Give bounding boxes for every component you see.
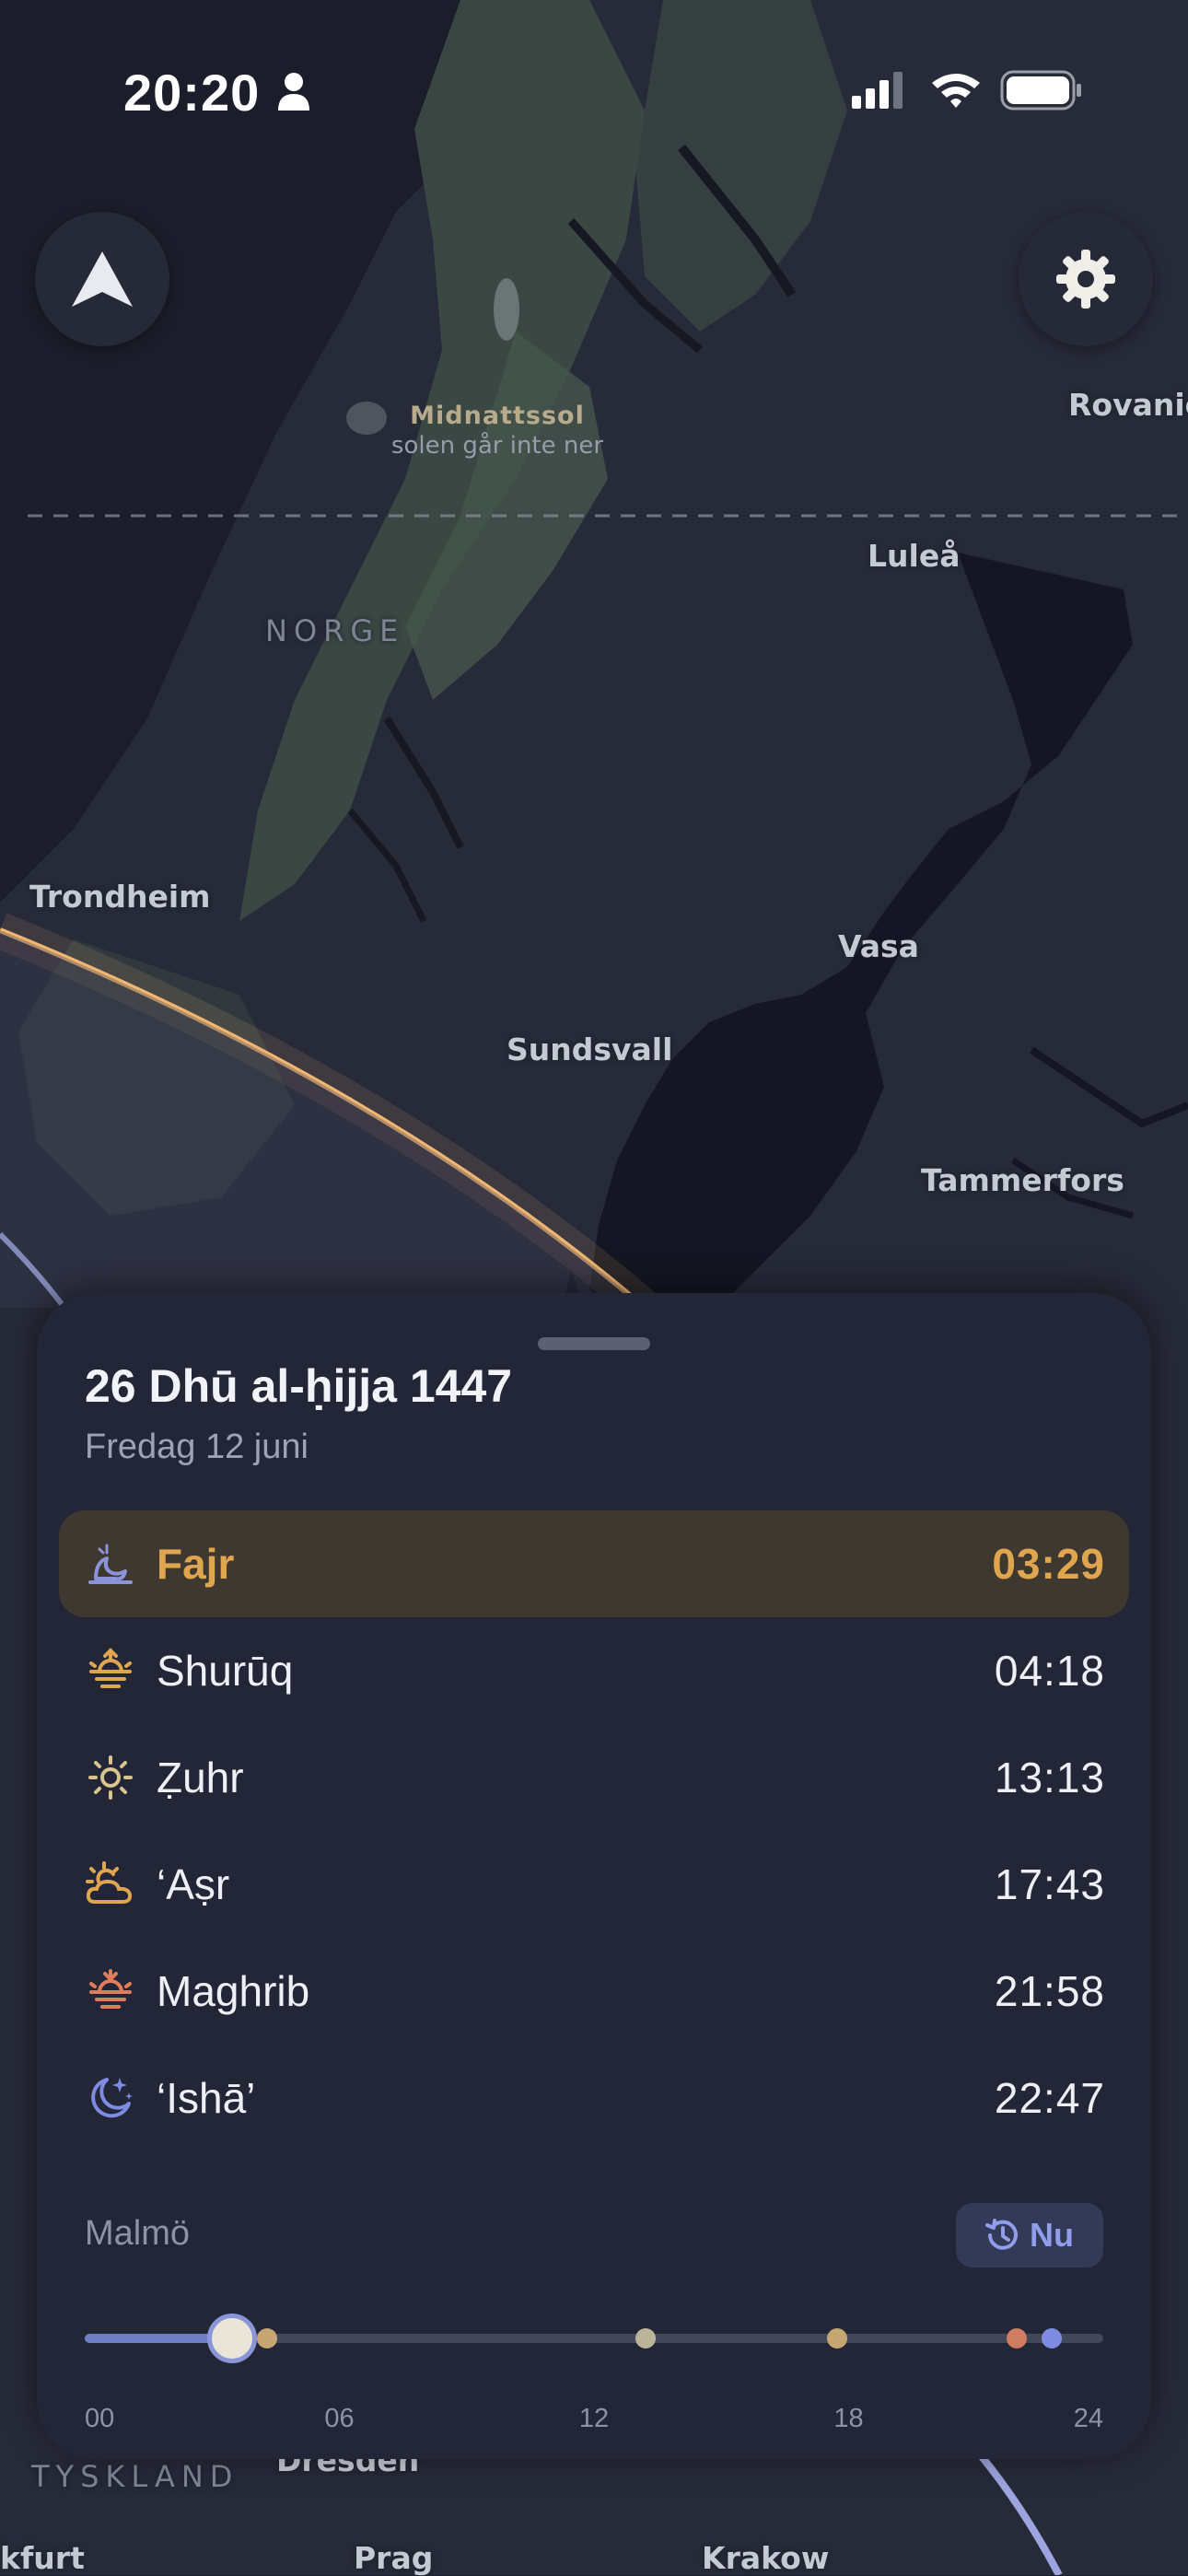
prayer-time: 17:43 [994, 1860, 1105, 1908]
prayer-name: Fajr [157, 1540, 235, 1588]
prayer-time: 13:13 [994, 1754, 1105, 1801]
hijri-date: 26 Dhū al-ḥijja 1447 [85, 1360, 513, 1412]
prayer-marker [257, 2328, 278, 2349]
timeline-tick-label: 00 [85, 2404, 115, 2433]
history-icon [985, 2219, 1018, 2250]
map-label-vasa: Vasa [838, 928, 919, 964]
sheet-grabber[interactable] [538, 1337, 650, 1350]
prayer-time: 21:58 [994, 1967, 1105, 2015]
status-time: 20:20 [123, 64, 261, 122]
sun-icon [83, 1750, 138, 1805]
map-label-norge: NORGE [265, 613, 405, 648]
prayer-time: 22:47 [994, 2074, 1105, 2122]
prayer-row-asr[interactable]: ‘Aṣr 17:43 [59, 1831, 1129, 1938]
prayer-name: Shurūq [157, 1647, 294, 1695]
timeline-tick-label: 18 [833, 2404, 864, 2433]
map-label-tyskland: TYSKLAND [31, 2459, 239, 2494]
cellular-signal-icon [852, 72, 903, 109]
map-label-frankfurt: kfurt [0, 2540, 85, 2576]
midnight-sun-subtitle: solen går inte ner [390, 432, 604, 460]
timeline-tick-label: 12 [578, 2404, 610, 2433]
day-timeline[interactable] [85, 2314, 1103, 2363]
prayer-name: Maghrib [157, 1967, 310, 2015]
prayer-row-maghrib[interactable]: Maghrib 21:58 [59, 1938, 1129, 2045]
prayer-marker [635, 2328, 657, 2349]
prayer-name: ‘Ishā’ [157, 2074, 256, 2122]
battery-icon [1000, 70, 1081, 111]
midnight-sun-title: Midnattssol [410, 402, 585, 430]
gear-icon [1056, 250, 1115, 309]
sunset-icon [83, 1964, 138, 2019]
map-label-prag: Prag [354, 2540, 434, 2576]
now-button-label: Nu [1030, 2216, 1074, 2254]
city-name[interactable]: Malmö [85, 2214, 190, 2254]
timeline-handle[interactable] [207, 2314, 258, 2363]
map-label-krakow: Krakow [702, 2540, 830, 2576]
prayer-row-shuruq[interactable]: Shurūq 04:18 [59, 1617, 1129, 1724]
gregorian-date: Fredag 12 juni [85, 1428, 309, 1466]
prayer-row-fajr[interactable]: Fajr 03:29 [59, 1510, 1129, 1617]
prayer-marker [1007, 2328, 1028, 2349]
timeline-tick-label: 24 [1073, 2404, 1103, 2433]
prayer-time: 03:29 [992, 1540, 1105, 1588]
prayer-time: 04:18 [994, 1647, 1105, 1695]
now-button[interactable]: Nu [956, 2203, 1103, 2267]
wifi-icon [932, 74, 980, 108]
prayer-row-zuhr[interactable]: Ẓuhr 13:13 [59, 1724, 1129, 1831]
prayer-times-sheet[interactable]: 26 Dhū al-ḥijja 1447 Fredag 12 juni Fajr… [37, 1293, 1151, 2459]
prayer-name: Ẓuhr [157, 1754, 244, 1801]
moon-stars-icon [83, 2070, 138, 2126]
map-label-lulea: Luleå [868, 538, 961, 574]
midnight-sun-label: Midnattssol solen går inte ner [350, 402, 645, 460]
sunrise-icon [83, 1643, 138, 1698]
map-label-rovaniemi: Rovanie [1068, 387, 1188, 423]
timeline-ticks: 00 06 12 18 24 [85, 2404, 1103, 2441]
map-label-tammerfors: Tammerfors [921, 1162, 1124, 1198]
location-arrow-icon [72, 251, 133, 307]
prayer-marker [1041, 2328, 1062, 2349]
fajr-icon [83, 1536, 138, 1591]
prayer-marker [826, 2328, 847, 2349]
location-button[interactable] [35, 212, 169, 346]
person-icon [278, 73, 309, 111]
timeline-tick-label: 06 [324, 2404, 355, 2433]
map-label-trondheim: Trondheim [29, 879, 211, 915]
prayer-name: ‘Aṣr [157, 1860, 230, 1908]
map-label-sundsvall: Sundsvall [507, 1032, 673, 1067]
sun-cloud-icon [83, 1857, 138, 1912]
prayer-list: Fajr 03:29 Shurūq 04:18 Ẓuhr 13:13 ‘Aṣr … [59, 1510, 1129, 2151]
prayer-row-isha[interactable]: ‘Ishā’ 22:47 [59, 2045, 1129, 2151]
settings-button[interactable] [1019, 212, 1153, 346]
